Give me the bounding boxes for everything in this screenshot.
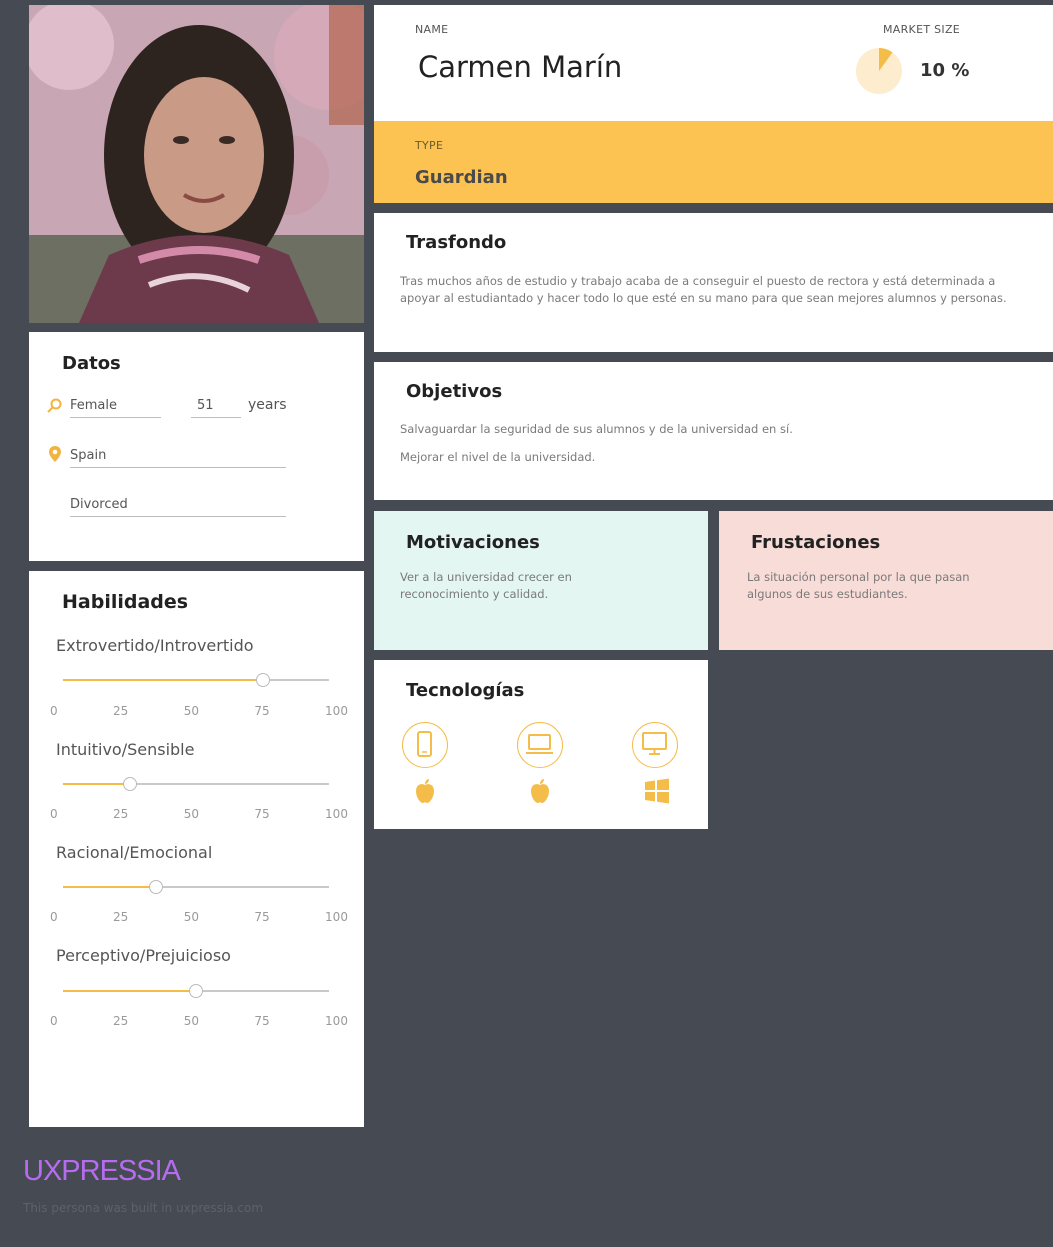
skill-label: Racional/Emocional	[56, 843, 213, 862]
habilidades-card: Habilidades Extrovertido/Introvertido 0 …	[29, 571, 364, 1127]
scale-tick: 0	[50, 910, 58, 924]
skill-slider[interactable]	[63, 673, 329, 687]
location-pin-icon	[48, 445, 62, 467]
objetivos-item[interactable]: Mejorar el nivel de la universidad.	[400, 449, 1025, 466]
skill-scale: 0 25 50 75 100	[50, 807, 348, 821]
country-field[interactable]: Spain	[70, 448, 286, 468]
motivaciones-text[interactable]: Ver a la universidad crecer en reconocim…	[400, 569, 645, 603]
scale-tick: 100	[325, 910, 348, 924]
objetivos-title: Objetivos	[406, 381, 503, 402]
scale-tick: 75	[254, 1014, 270, 1028]
persona-photo	[29, 5, 364, 323]
motivaciones-title: Motivaciones	[406, 532, 540, 553]
skill-scale: 0 25 50 75 100	[50, 704, 348, 718]
scale-tick: 75	[254, 910, 270, 924]
scale-tick: 100	[325, 807, 348, 821]
persona-name[interactable]: Carmen Marín	[418, 50, 622, 84]
market-size-pie	[856, 48, 902, 94]
scale-tick: 50	[183, 1014, 199, 1028]
skill-slider-knob[interactable]	[149, 880, 164, 894]
skill-slider[interactable]	[63, 984, 329, 998]
skill-label: Perceptivo/Prejuicioso	[56, 946, 231, 965]
name-label: NAME	[415, 23, 449, 36]
skill-slider[interactable]	[63, 777, 329, 791]
scale-tick: 0	[50, 704, 58, 718]
name-card: NAME Carmen Marín MARKET SIZE 10 %	[374, 5, 1053, 121]
skill-slider-fill	[63, 679, 263, 681]
tecnologias-title: Tecnologías	[406, 680, 525, 701]
scale-tick: 50	[183, 910, 199, 924]
scale-tick: 0	[50, 1014, 58, 1028]
gender-female-icon	[46, 398, 62, 418]
uxpressia-logo[interactable]: UXPRESSIA	[23, 1155, 181, 1188]
skill-scale: 0 25 50 75 100	[50, 910, 348, 924]
skill-slider[interactable]	[63, 880, 329, 894]
age-field[interactable]: 51	[191, 398, 241, 418]
skill-scale: 0 25 50 75 100	[50, 1014, 348, 1028]
skill-slider-knob[interactable]	[122, 777, 137, 791]
persona-type[interactable]: Guardian	[415, 167, 508, 188]
frustaciones-title: Frustaciones	[751, 532, 881, 553]
scale-tick: 25	[113, 704, 129, 718]
type-label: TYPE	[415, 139, 444, 152]
frustaciones-text[interactable]: La situación personal por la que pasan a…	[747, 569, 1017, 603]
scale-tick: 75	[254, 807, 270, 821]
scale-tick: 25	[113, 910, 129, 924]
gender-field[interactable]: Female	[70, 398, 161, 418]
skill-slider-fill	[63, 886, 157, 888]
market-size-value[interactable]: 10 %	[920, 60, 969, 81]
scale-tick: 50	[183, 704, 199, 718]
skill-label: Extrovertido/Introvertido	[56, 636, 254, 655]
built-with-text: This persona was built in uxpressia.com	[23, 1201, 264, 1215]
datos-card: Datos Female 51 years Spain Divorced	[29, 332, 364, 561]
apple-icon	[414, 778, 436, 808]
scale-tick: 75	[254, 704, 270, 718]
skill-slider-fill	[63, 783, 130, 785]
smartphone-icon	[402, 722, 448, 768]
scale-tick: 0	[50, 807, 58, 821]
tecnologias-card: Tecnologías	[374, 660, 708, 829]
persona-photo-image	[29, 5, 364, 323]
trasfondo-card: Trasfondo Tras muchos años de estudio y …	[374, 213, 1053, 352]
laptop-icon	[517, 722, 563, 768]
type-card: TYPE Guardian	[374, 121, 1053, 203]
desktop-icon	[632, 722, 678, 768]
frustaciones-card: Frustaciones La situación personal por l…	[719, 511, 1053, 650]
skill-slider-fill	[63, 990, 196, 992]
apple-icon	[529, 778, 551, 808]
skill-slider-knob[interactable]	[189, 984, 203, 998]
trasfondo-text[interactable]: Tras muchos años de estudio y trabajo ac…	[400, 273, 1025, 307]
scale-tick: 25	[113, 1014, 129, 1028]
datos-title: Datos	[62, 353, 121, 374]
windows-icon	[644, 778, 670, 808]
objetivos-item[interactable]: Salvaguardar la seguridad de sus alumnos…	[400, 421, 1025, 438]
market-size-label: MARKET SIZE	[883, 23, 961, 36]
scale-tick: 100	[325, 1014, 348, 1028]
habilidades-title: Habilidades	[62, 591, 189, 613]
trasfondo-title: Trasfondo	[406, 232, 507, 253]
scale-tick: 50	[183, 807, 199, 821]
skill-label: Intuitivo/Sensible	[56, 740, 195, 759]
scale-tick: 100	[325, 704, 348, 718]
motivaciones-card: Motivaciones Ver a la universidad crecer…	[374, 511, 708, 650]
skill-slider-knob[interactable]	[255, 673, 270, 687]
age-unit-label: years	[248, 397, 287, 413]
objetivos-card: Objetivos Salvaguardar la seguridad de s…	[374, 362, 1053, 500]
scale-tick: 25	[113, 807, 129, 821]
marital-status-field[interactable]: Divorced	[70, 497, 286, 517]
